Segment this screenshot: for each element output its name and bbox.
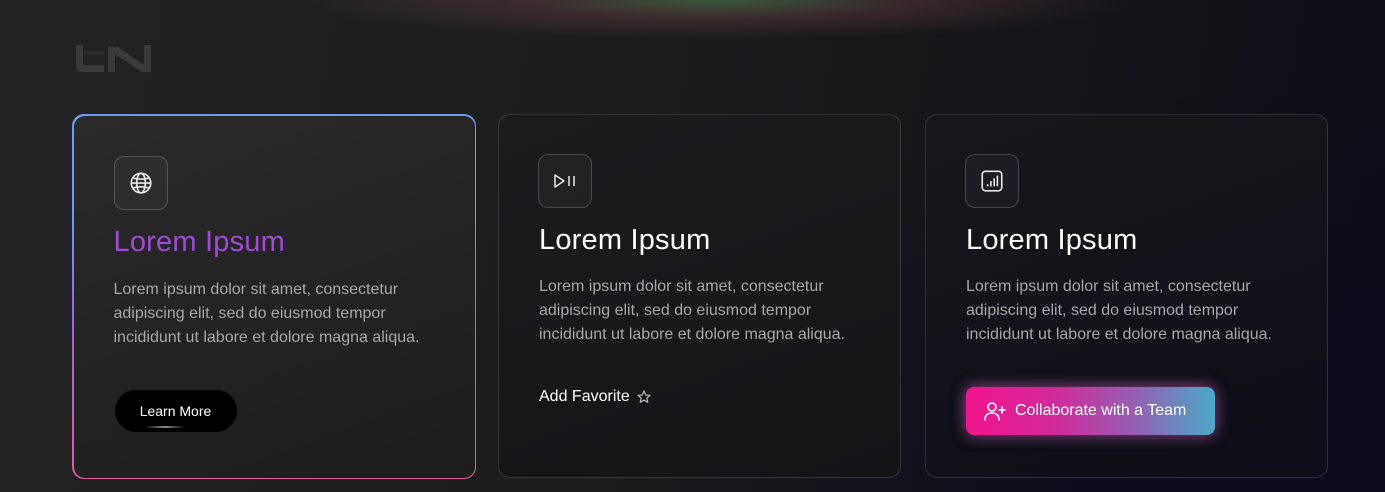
collaborate-button[interactable]: Collaborate with a Team: [966, 387, 1215, 435]
card-icon-box: [965, 154, 1019, 208]
play-pause-icon: [554, 174, 575, 188]
card-inner: Lorem Ipsum Lorem ipsum dolor sit amet, …: [73, 115, 475, 478]
card-icon-box: [538, 154, 592, 208]
feature-card-globe: Lorem Ipsum Lorem ipsum dolor sit amet, …: [72, 114, 476, 479]
add-favorite-link[interactable]: Add Favorite: [539, 388, 652, 406]
add-user-icon: [984, 402, 1006, 421]
card-description: Lorem ipsum dolor sit amet, consectetur …: [966, 278, 1272, 343]
star-icon: [636, 389, 652, 405]
feature-card-media: Lorem Ipsum Lorem ipsum dolor sit amet, …: [498, 114, 901, 478]
globe-icon: [129, 171, 152, 194]
un-logo-icon: [76, 45, 151, 72]
learn-more-label: Learn More: [139, 402, 212, 419]
bar-chart-icon: [981, 170, 1003, 192]
card-title: Lorem Ipsum: [539, 224, 711, 256]
feature-card-analytics: Lorem Ipsum Lorem ipsum dolor sit amet, …: [925, 114, 1328, 478]
card-title: Lorem Ipsum: [113, 225, 285, 258]
learn-more-button[interactable]: Learn More: [113, 388, 238, 433]
card-title: Lorem Ipsum: [966, 224, 1138, 256]
collaborate-label: Collaborate with a Team: [1015, 402, 1187, 419]
add-favorite-label: Add Favorite: [539, 388, 630, 405]
card-description: Lorem ipsum dolor sit amet, consectetur …: [113, 280, 420, 346]
logo: [74, 41, 154, 75]
card-description: Lorem ipsum dolor sit amet, consectetur …: [539, 278, 845, 343]
card-icon-box: [113, 155, 168, 210]
